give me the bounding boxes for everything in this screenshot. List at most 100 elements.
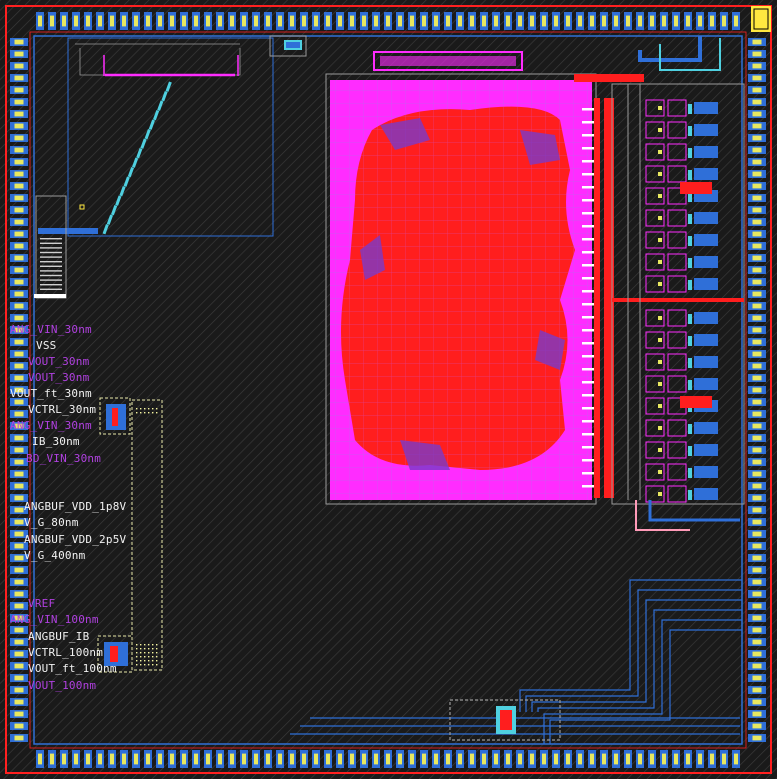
io-pad-core <box>614 15 618 27</box>
io-pad-core <box>752 171 762 177</box>
net-label-vout-ft-100nm: VOUT_ft_100nm <box>28 662 117 675</box>
io-pad-core <box>338 15 342 27</box>
io-pad-core <box>752 63 762 69</box>
net-label-vout-30nm-a: VOUT_30nm <box>28 355 90 368</box>
io-pad-core <box>14 243 24 249</box>
driver-gate <box>694 444 718 456</box>
io-pad-core <box>590 753 594 765</box>
io-pad-core <box>752 315 762 321</box>
core-stub <box>582 134 594 137</box>
io-pad-core <box>62 15 66 27</box>
io-pad-core <box>326 753 330 765</box>
driver-contact <box>658 404 662 408</box>
io-pad-core <box>752 699 762 705</box>
io-pad-core <box>14 315 24 321</box>
io-pad-core <box>14 447 24 453</box>
io-pad-core <box>752 363 762 369</box>
driver-contact <box>658 316 662 320</box>
io-pad-core <box>470 753 474 765</box>
core-stub <box>582 121 594 124</box>
io-pad-core <box>752 639 762 645</box>
io-pad-core <box>338 753 342 765</box>
core-array[interactable] <box>325 51 644 505</box>
io-pad-core <box>14 303 24 309</box>
io-pad-core <box>14 267 24 273</box>
io-pad-core <box>698 15 702 27</box>
io-pad-core <box>14 519 24 525</box>
io-pad-core <box>350 753 354 765</box>
core-stub <box>582 264 594 267</box>
io-pad-core <box>530 15 534 27</box>
io-pad-core <box>110 15 114 27</box>
io-pad-core <box>14 591 24 597</box>
io-pad-core <box>122 753 126 765</box>
io-pad-core <box>752 267 762 273</box>
io-pad-core <box>554 15 558 27</box>
io-pad-core <box>752 195 762 201</box>
io-pad-core <box>518 15 522 27</box>
io-pad-core <box>74 15 78 27</box>
net-label-ang-vin-30nm-2: ANG_VIN_30nm <box>10 419 92 432</box>
io-pad-core <box>14 39 24 45</box>
core-stub <box>582 147 594 150</box>
io-pad-core <box>98 15 102 27</box>
core-stub <box>582 199 594 202</box>
io-pad-core <box>752 75 762 81</box>
io-pad-core <box>752 663 762 669</box>
io-pad-core <box>674 753 678 765</box>
driver-contact <box>658 426 662 430</box>
io-pad-core <box>386 753 390 765</box>
net-label-angbuf-vdd-1p8v: ANGBUF_VDD_1p8V <box>24 500 127 513</box>
io-pad-core <box>734 15 738 27</box>
core-stub <box>582 381 594 384</box>
driver-contact <box>658 360 662 364</box>
io-pad-core <box>458 15 462 27</box>
driver-gate <box>694 234 718 246</box>
io-pad-core <box>410 753 414 765</box>
io-pad-core <box>398 753 402 765</box>
io-pad-core <box>50 753 54 765</box>
io-pad-core <box>602 753 606 765</box>
driver-contact <box>658 448 662 452</box>
io-pad-core <box>218 15 222 27</box>
net-label-vout-100nm: VOUT_100nm <box>28 679 97 692</box>
io-pad-core <box>752 375 762 381</box>
io-pad-core <box>530 753 534 765</box>
io-pad-core <box>86 15 90 27</box>
io-pad-core <box>470 15 474 27</box>
io-pad-core <box>170 15 174 27</box>
io-pad-core <box>752 51 762 57</box>
io-pad-core <box>446 753 450 765</box>
io-pad-core <box>752 711 762 717</box>
io-pad-core <box>86 753 90 765</box>
driver-gate <box>694 124 718 136</box>
core-stub <box>582 394 594 397</box>
io-pad-core <box>50 15 54 27</box>
net-label-v-g-80nm: V_G_80nm <box>24 516 79 529</box>
io-pad-core <box>14 663 24 669</box>
io-pad-core <box>278 15 282 27</box>
io-pad-core <box>158 15 162 27</box>
driver-gate <box>694 102 718 114</box>
io-pad-core <box>752 615 762 621</box>
io-pad-core <box>752 303 762 309</box>
io-pad-core <box>446 15 450 27</box>
io-pad-core <box>542 753 546 765</box>
io-pad-core <box>14 543 24 549</box>
io-pad-core <box>482 15 486 27</box>
core-stub <box>582 160 594 163</box>
io-pad-core <box>374 15 378 27</box>
io-pad-core <box>266 753 270 765</box>
io-pad-core <box>662 15 666 27</box>
io-pad-core <box>752 243 762 249</box>
io-pad-core <box>422 15 426 27</box>
io-pad-core <box>710 15 714 27</box>
io-pad-core <box>14 87 24 93</box>
io-pad-core <box>350 15 354 27</box>
io-pad-core <box>386 15 390 27</box>
io-pad-core <box>302 753 306 765</box>
io-pad-core <box>14 63 24 69</box>
io-pad-core <box>566 753 570 765</box>
net-label-vout-ft-30nm: VOUT_ft_30nm <box>10 387 92 400</box>
io-pad-core <box>434 15 438 27</box>
